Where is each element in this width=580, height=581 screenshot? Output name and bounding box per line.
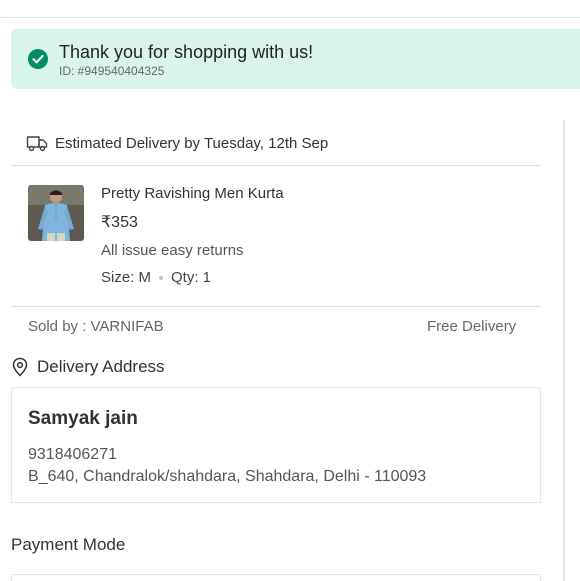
thank-you-message: Thank you for shopping with us! [59,42,314,62]
recipient-name: Samyak jain [28,408,138,429]
sold-by-text: Sold by : VARNIFAB [28,318,164,335]
header-divider [0,17,580,18]
address-line: B_640, Chandralok/shahdara, Shahdara, De… [28,468,427,485]
location-pin-icon [12,357,28,377]
product-name[interactable]: Pretty Ravishing Men Kurta [101,185,284,202]
success-banner: Thank you for shopping with us! ID: #949… [11,29,580,89]
product-qty: Qty: 1 [171,269,212,286]
order-confirmation-page: Thank you for shopping with us! ID: #949… [0,0,580,581]
side-divider [563,120,565,581]
product-price: ₹353 [101,214,138,231]
separator-dot [159,275,164,280]
order-id: ID: #949540404325 [59,64,165,78]
seller-divider [11,306,541,307]
estimated-delivery-text: Estimated Delivery by Tuesday, 12th Sep [55,135,329,152]
size-qty-row: Size: M Qty: 1 [101,269,211,286]
free-delivery-text: Free Delivery [427,318,517,335]
estimated-delivery-row: Estimated Delivery by Tuesday, 12th Sep [11,124,541,166]
delivery-address-heading: Delivery Address [11,356,165,378]
product-size: Size: M [101,269,152,286]
truck-icon [26,136,48,152]
payment-mode-heading: Payment Mode [11,535,126,554]
kurta-product-image[interactable] [28,185,84,241]
recipient-phone: 9318406271 [28,446,117,463]
delivery-address-title: Delivery Address [37,357,165,376]
payment-mode-card [11,574,541,581]
check-circle-icon [28,49,48,69]
return-policy: All issue easy returns [101,242,244,259]
address-card: Samyak jain 9318406271 B_640, Chandralok… [11,387,541,503]
